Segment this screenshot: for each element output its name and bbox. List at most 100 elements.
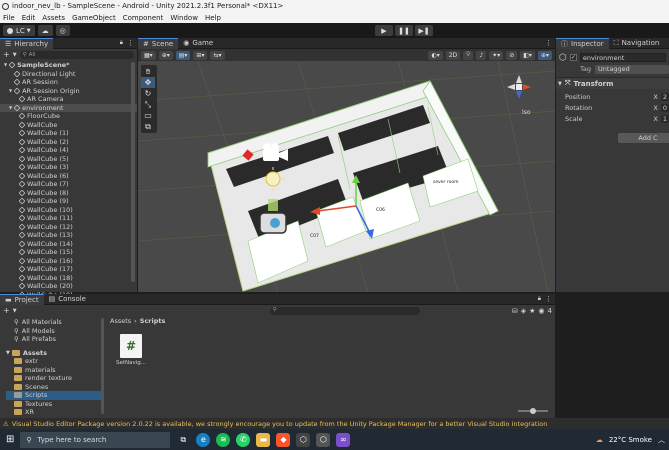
audio-button[interactable]: ♪ <box>476 50 487 60</box>
add-icon[interactable]: + <box>3 306 10 315</box>
tag-dropdown[interactable]: Untagged <box>595 64 669 74</box>
spotify-icon[interactable]: ≋ <box>216 432 231 447</box>
hierarchy-item[interactable]: WallCube (6) <box>0 172 137 181</box>
menu-item-assets[interactable]: Assets <box>42 14 65 22</box>
visual-studio-icon[interactable]: ∞ <box>336 432 351 447</box>
hierarchy-item[interactable]: WallCube (1) <box>0 129 137 138</box>
brave-icon[interactable]: ◆ <box>276 432 291 447</box>
hierarchy-item[interactable]: WallCube (11) <box>0 214 137 223</box>
play-button[interactable]: ▶ <box>375 25 393 36</box>
tab-game[interactable]: ◉ Game <box>178 38 218 49</box>
favorite-item[interactable]: ⚲ All Prefabs <box>6 335 104 344</box>
hierarchy-item[interactable]: ▼ SampleScene* <box>0 61 137 70</box>
hierarchy-item[interactable]: WallCube (4) <box>0 146 137 155</box>
hierarchy-item[interactable]: WallCube (20) <box>0 282 137 291</box>
snap-button[interactable]: ⊞▾ <box>193 50 208 60</box>
windows-start-icon[interactable]: ⊞ <box>6 434 14 445</box>
move-tool[interactable]: ✥ <box>141 77 155 88</box>
status-bar[interactable]: ⚠ Visual Studio Editor Package version 2… <box>0 418 669 429</box>
asset-folder[interactable]: Scenes <box>6 383 104 392</box>
hierarchy-item[interactable]: Directional Light <box>0 70 137 79</box>
transform-value-field[interactable]: 0 <box>660 103 669 112</box>
hidden-button[interactable]: ⊘ <box>506 50 518 60</box>
pivot-button[interactable]: ⊕▾ <box>158 50 173 60</box>
account-button[interactable]: LC ▼ <box>3 25 35 36</box>
pause-button[interactable]: ❚❚ <box>395 25 413 36</box>
project-search-input[interactable]: ⚲ <box>269 306 420 315</box>
hierarchy-item[interactable]: WallCube (2) <box>0 138 137 147</box>
hierarchy-item[interactable]: WallCube (17) <box>0 265 137 274</box>
menu-item-component[interactable]: Component <box>123 14 164 22</box>
hierarchy-item[interactable]: WallCube (14) <box>0 240 137 249</box>
menu-item-window[interactable]: Window <box>170 14 198 22</box>
asset-folder[interactable]: materials <box>6 366 104 375</box>
chevron-down-icon[interactable]: ▼ <box>9 104 12 113</box>
file-explorer-icon[interactable]: ▬ <box>256 432 271 447</box>
favorite-item[interactable]: ⚲ All Materials <box>6 318 104 327</box>
transform-value-field[interactable]: 2 <box>660 92 669 101</box>
grid-button[interactable]: ▤▾ <box>175 50 191 60</box>
increment-button[interactable]: ⇆▾ <box>210 50 225 60</box>
hierarchy-item[interactable]: ▼ environment <box>0 103 137 113</box>
hierarchy-item[interactable]: WallCube (7) <box>0 180 137 189</box>
menu-item-gameobject[interactable]: GameObject <box>72 14 116 22</box>
task-view-icon[interactable]: ⧉ <box>176 433 190 447</box>
transform-tool[interactable]: ⧉ <box>141 121 155 132</box>
asset-folder[interactable]: render texture <box>6 374 104 383</box>
whatsapp-icon[interactable]: ✆ <box>236 432 251 447</box>
hierarchy-item[interactable]: WallCube (10) <box>0 206 137 215</box>
step-button[interactable]: ▶❚ <box>415 25 433 36</box>
hierarchy-item[interactable]: WallCube (13) <box>0 231 137 240</box>
iso-label[interactable]: Iso <box>522 109 531 116</box>
filter-icon[interactable]: ⛁ <box>512 307 518 315</box>
asset-folder[interactable]: Textures <box>6 400 104 409</box>
add-component-button[interactable]: Add C <box>618 133 669 143</box>
rect-tool[interactable]: ▭ <box>141 110 155 121</box>
asset-folder[interactable]: extr <box>6 357 104 366</box>
more-menu-icon[interactable]: ⋮ <box>127 39 134 47</box>
tab-console[interactable]: ▤ Console <box>44 294 91 305</box>
script-asset[interactable]: # SetNavig... <box>116 334 146 366</box>
chevron-up-icon[interactable]: ︿ <box>658 435 665 445</box>
hierarchy-item[interactable]: ▼ AR Session Origin <box>0 87 137 96</box>
project-tree-scrollbar[interactable] <box>101 318 104 414</box>
tab-hierarchy[interactable]: ☰ Hierarchy <box>0 37 54 49</box>
object-name-field[interactable]: environment <box>579 53 666 62</box>
scale-tool[interactable]: ⤡ <box>141 99 155 110</box>
hierarchy-item[interactable]: WallCube (5) <box>0 155 137 164</box>
tab-scene[interactable]: # Scene <box>138 37 179 49</box>
cloud-button[interactable]: ☁ <box>37 25 53 36</box>
collab-button[interactable]: ◎ <box>55 25 70 36</box>
hierarchy-item[interactable]: WallCube (8) <box>0 189 137 198</box>
transform-value-field[interactable]: 1 <box>660 114 669 123</box>
lighting-button[interactable]: 💡︎ <box>463 50 474 60</box>
unity-hub-icon[interactable]: ⬡ <box>296 432 311 447</box>
hierarchy-item[interactable]: WallCube (3) <box>0 163 137 172</box>
chevron-down-icon[interactable]: ▼ <box>9 87 12 96</box>
tab-inspector[interactable]: ⓘ Inspector <box>556 37 609 49</box>
hierarchy-item[interactable]: AR Camera <box>0 95 137 104</box>
favorite-item[interactable]: ⚲ All Models <box>6 327 104 336</box>
add-icon[interactable]: + <box>3 50 10 59</box>
eye-icon[interactable]: ◉ <box>538 307 544 315</box>
transform-header[interactable]: ▼ ⤧ Transform <box>556 77 669 89</box>
tab-navigation[interactable]: ⛶ Navigation <box>609 38 665 49</box>
weather-text[interactable]: 22°C Smoke <box>609 436 652 444</box>
star-icon[interactable]: ★ <box>529 307 535 315</box>
asset-folder[interactable]: Scripts <box>6 391 104 400</box>
icon-size-slider[interactable] <box>518 407 548 414</box>
slider-handle[interactable] <box>530 407 536 414</box>
label-icon[interactable]: ◈ <box>521 307 526 315</box>
hierarchy-item[interactable]: WallCube (9) <box>0 197 137 206</box>
hierarchy-item[interactable]: FloorCube <box>0 112 137 121</box>
unity-editor-icon[interactable]: ⬡ <box>316 432 331 447</box>
hierarchy-item[interactable]: WallCube (15) <box>0 248 137 257</box>
mode-2d-button[interactable]: 2D <box>445 50 461 60</box>
menu-item-file[interactable]: File <box>3 14 15 22</box>
more-menu-icon[interactable]: ⋮ <box>545 295 552 303</box>
hierarchy-search-input[interactable]: ⚲ All <box>19 50 134 59</box>
gizmos-button[interactable]: ⊕▾ <box>537 50 552 60</box>
hand-tool[interactable]: ✋︎ <box>141 66 155 77</box>
rotate-tool[interactable]: ↻ <box>141 88 155 99</box>
tab-project[interactable]: ▬ Project <box>0 293 44 305</box>
